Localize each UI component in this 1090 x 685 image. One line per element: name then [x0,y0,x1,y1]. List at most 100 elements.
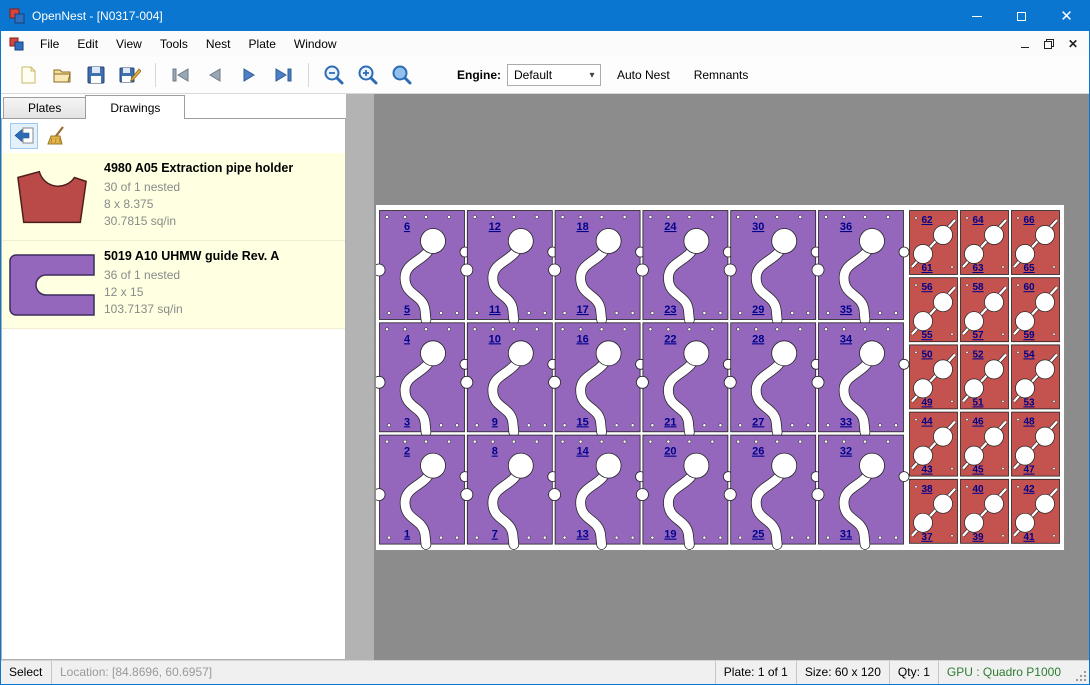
tab-drawings[interactable]: Drawings [85,95,185,119]
menu-item-plate[interactable]: Plate [240,31,285,57]
nest-part-pair[interactable]: 1211 [461,211,558,321]
nest-canvas[interactable]: 6512111817242330293635431091615222128273… [346,94,1089,660]
nest-part-pair[interactable]: 58 57 [961,278,1009,342]
engine-select[interactable]: Default ▾ [507,64,601,86]
remnants-button[interactable]: Remnants [686,64,757,86]
part-number: 29 [752,304,764,316]
drawings-toolbar [2,119,345,153]
nest-part-pair[interactable]: 5453 [1012,345,1060,409]
window-title: OpenNest - [N0317-004] [32,9,954,23]
zoom-in-button[interactable] [351,60,385,90]
nest-part-pair[interactable]: 4443 [910,412,958,476]
part-number: 7 [492,529,498,541]
save-as-button[interactable] [113,60,147,90]
nest-part-pair[interactable]: 4847 [1012,412,1060,476]
chevron-down-icon: ▾ [584,70,600,81]
open-file-button[interactable] [45,60,79,90]
menu-item-tools[interactable]: Tools [151,31,197,57]
nest-part-pair[interactable]: 1817 [549,211,646,321]
plate-sheet[interactable]: 6512111817242330293635431091615222128273… [376,205,1064,550]
nest-part-pair[interactable]: 5251 [961,345,1009,409]
arrow-left-icon [13,126,35,146]
save-button[interactable] [79,60,113,90]
nest-part-pair[interactable]: 87 [461,435,558,544]
part-number: 56 [921,282,933,293]
mdi-restore-icon [1043,38,1055,50]
nest-part-pair[interactable]: 5049 [910,345,958,409]
nest-part-pair[interactable]: 2625 [724,435,821,544]
part-number: 27 [752,416,764,428]
mdi-restore-button[interactable] [1037,34,1061,54]
status-gpu: GPU : Quadro P1000 [938,661,1075,684]
zoom-fit-button[interactable] [385,60,419,90]
part-number: 35 [840,304,852,316]
nest-part-pair[interactable]: 2423 [636,211,733,321]
part-number: 34 [840,333,853,345]
mdi-close-button[interactable]: ✕ [1061,34,1085,54]
part-number: 24 [664,221,677,233]
part-number: 21 [664,416,676,428]
nest-part-pair[interactable]: 6463 [961,211,1009,275]
part-number: 26 [752,446,764,458]
nest-part-pair[interactable]: 2019 [636,435,733,544]
menu-item-window[interactable]: Window [285,31,346,57]
import-drawing-button[interactable] [10,123,38,149]
tab-plates[interactable]: Plates [3,97,86,118]
nest-part-pair[interactable]: 3231 [812,435,909,544]
menu-item-nest[interactable]: Nest [197,31,240,57]
nest-part-pair[interactable]: 1413 [549,435,646,544]
nest-part-pair[interactable]: 3837 [910,479,958,543]
nest-part-pair[interactable]: 6665 [1012,211,1060,275]
first-plate-button[interactable] [164,60,198,90]
last-plate-button[interactable] [266,60,300,90]
previous-plate-icon [204,64,226,86]
part-number: 65 [1023,263,1035,274]
nest-part-pair[interactable]: 3635 [812,211,909,321]
part-number: 31 [840,529,852,541]
new-file-button[interactable] [11,60,45,90]
menubar: FileEditViewToolsNestPlateWindow ✕ [1,31,1089,57]
nest-part-pair[interactable]: 2827 [724,323,821,433]
clear-drawings-button[interactable] [44,123,72,149]
nest-part-pair[interactable]: 5655 [910,278,958,342]
nest-view[interactable]: 6512111817242330293635431091615222128273… [376,205,1064,550]
nest-part-pair[interactable]: 4039 [961,479,1009,543]
nest-part-pair[interactable]: 1615 [549,323,646,433]
part-number: 59 [1023,330,1035,341]
drawing-size: 8 x 8.375 [104,196,345,213]
zoom-out-button[interactable] [317,60,351,90]
mdi-minimize-button[interactable] [1013,34,1037,54]
maximize-button[interactable] [999,1,1044,31]
nest-part-pair[interactable]: 2221 [636,323,733,433]
menu-item-file[interactable]: File [31,31,68,57]
status-location: Location: [84.8696, 60.6957] [51,661,211,684]
document-icon [9,36,25,52]
nest-part-pair[interactable]: 4241 [1012,479,1060,543]
drawing-item-uhmw-guide[interactable]: 5019 A10 UHMW guide Rev. A 36 of 1 neste… [2,241,345,329]
close-button[interactable]: ✕ [1044,1,1089,31]
nest-part-pair[interactable]: 3433 [812,323,909,433]
part-number: 37 [921,532,933,543]
zoom-in-icon [357,64,379,86]
drawing-item-extraction-pipe-holder[interactable]: 4980 A05 Extraction pipe holder 30 of 1 … [2,153,345,241]
auto-nest-button[interactable]: Auto Nest [609,64,678,86]
resize-grip[interactable] [1075,670,1087,682]
nest-part-pair[interactable]: 43 [376,323,470,433]
part-number: 57 [972,330,984,341]
nest-part-pair[interactable]: 6261 [910,211,958,275]
part-number: 6 [404,221,410,233]
nest-part-pair[interactable]: 6059 [1012,278,1060,342]
menu-item-view[interactable]: View [107,31,151,57]
nest-part-pair[interactable]: 21 [376,435,470,544]
next-plate-button[interactable] [232,60,266,90]
part-number: 2 [404,446,410,458]
nest-part-pair[interactable]: 65 [376,211,470,321]
nest-part-pair[interactable]: 4645 [961,412,1009,476]
menu-item-edit[interactable]: Edit [68,31,107,57]
save-as-icon [119,65,141,85]
previous-plate-button[interactable] [198,60,232,90]
nest-part-pair[interactable]: 109 [461,323,558,433]
minimize-button[interactable] [954,1,999,31]
part-number: 58 [972,282,984,293]
nest-part-pair[interactable]: 3029 [724,211,821,321]
